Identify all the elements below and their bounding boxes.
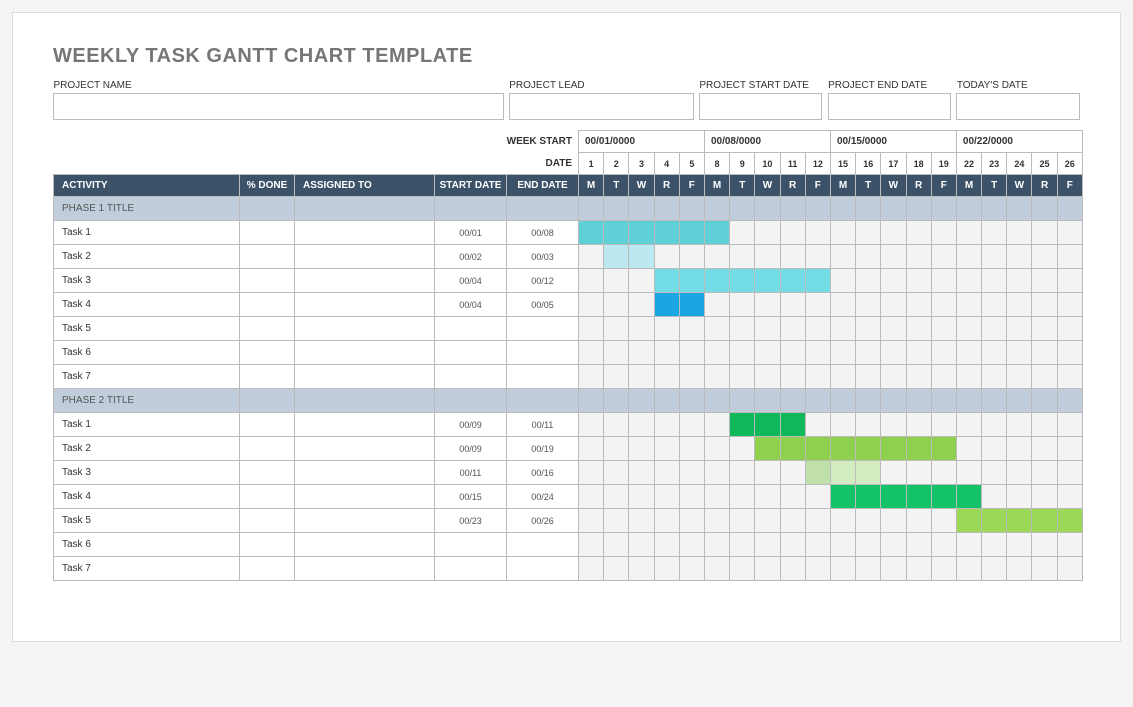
week-start-2: 00/08/0000 xyxy=(704,131,830,153)
column-headers-row: ACTIVITY % DONE ASSIGNED TO START DATE E… xyxy=(54,175,1083,197)
week-start-4: 00/22/0000 xyxy=(956,131,1082,153)
phase-1-row: PHASE 1 TITLE xyxy=(54,197,1083,221)
phase-1-title: PHASE 1 TITLE xyxy=(54,197,240,221)
table-row: Task 4 00/04 00/05 xyxy=(54,293,1083,317)
table-row: Task 5 00/23 00/26 xyxy=(54,509,1083,533)
table-row: Task 1 00/09 00/11 xyxy=(54,413,1083,437)
project-lead-input[interactable] xyxy=(509,94,693,120)
pct-done-header: % DONE xyxy=(240,175,295,197)
table-row: Task 3 00/04 00/12 xyxy=(54,269,1083,293)
table-row: Task 3 00/11 00/16 xyxy=(54,461,1083,485)
week-start-1: 00/01/0000 xyxy=(579,131,705,153)
project-start-label: PROJECT START DATE xyxy=(699,78,822,94)
table-row: Task 6 xyxy=(54,341,1083,365)
end-date-header: END DATE xyxy=(507,175,579,197)
table-row: Task 7 xyxy=(54,557,1083,581)
project-name-input[interactable] xyxy=(54,94,504,120)
project-end-label: PROJECT END DATE xyxy=(828,78,951,94)
table-row: Task 5 xyxy=(54,317,1083,341)
start-date-header: START DATE xyxy=(435,175,507,197)
date-numbers-row: DATE 1 2 3 4 5 8 9 10 11 12 15 16 17 18 … xyxy=(54,153,1083,175)
table-row: Task 1 00/01 00/08 xyxy=(54,221,1083,245)
project-start-input[interactable] xyxy=(699,94,822,120)
week-start-label: WEEK START xyxy=(507,131,579,153)
phase-2-title: PHASE 2 TITLE xyxy=(54,389,240,413)
today-label: TODAY'S DATE xyxy=(957,78,1080,94)
table-row: Task 6 xyxy=(54,533,1083,557)
phase-2-row: PHASE 2 TITLE xyxy=(54,389,1083,413)
gantt-table: WEEK START 00/01/0000 00/08/0000 00/15/0… xyxy=(53,130,1083,581)
activity-header: ACTIVITY xyxy=(54,175,240,197)
project-name-label: PROJECT NAME xyxy=(54,78,504,94)
table-row: Task 2 00/09 00/19 xyxy=(54,437,1083,461)
page-container: WEEKLY TASK GANTT CHART TEMPLATE PROJECT… xyxy=(12,12,1121,642)
table-row: Task 7 xyxy=(54,365,1083,389)
project-end-input[interactable] xyxy=(828,94,951,120)
today-input[interactable] xyxy=(957,94,1080,120)
week-start-row: WEEK START 00/01/0000 00/08/0000 00/15/0… xyxy=(54,131,1083,153)
date-label: DATE xyxy=(507,153,579,175)
week-start-3: 00/15/0000 xyxy=(830,131,956,153)
project-meta: PROJECT NAME PROJECT LEAD PROJECT START … xyxy=(53,78,1080,120)
assigned-header: ASSIGNED TO xyxy=(295,175,435,197)
page-title: WEEKLY TASK GANTT CHART TEMPLATE xyxy=(53,45,1080,68)
table-row: Task 4 00/15 00/24 xyxy=(54,485,1083,509)
project-lead-label: PROJECT LEAD xyxy=(509,78,693,94)
table-row: Task 2 00/02 00/03 xyxy=(54,245,1083,269)
